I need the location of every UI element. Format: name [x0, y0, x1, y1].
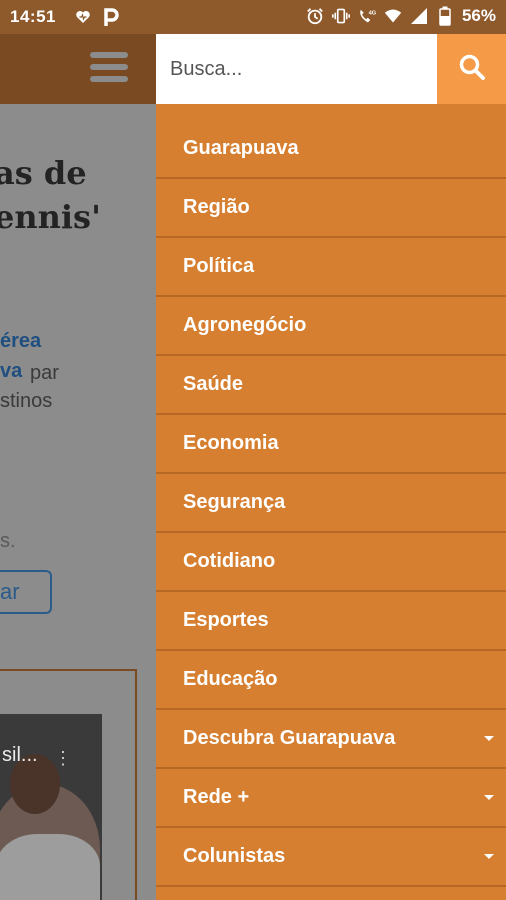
- article-link-line1[interactable]: érea: [0, 330, 41, 353]
- menu-item-label: Política: [183, 255, 255, 277]
- menu-item-guarapuava[interactable]: Guarapuava: [156, 119, 506, 179]
- search-button[interactable]: [437, 34, 506, 104]
- menu-item-label: Região: [183, 196, 250, 218]
- menu-item-label: Esportes: [183, 609, 269, 631]
- vibrate-icon: [331, 7, 350, 25]
- parking-p-icon: [102, 8, 120, 26]
- article-headline-line1: as de: [0, 154, 87, 192]
- menu-item-label: Agronegócio: [183, 314, 307, 336]
- search-icon: [458, 53, 486, 86]
- menu-item-label: Guarapuava: [183, 136, 299, 159]
- page-action-button[interactable]: ar: [0, 570, 52, 614]
- article-headline-line2: ennis': [0, 198, 101, 236]
- menu-item-rede-plus[interactable]: Rede +: [156, 769, 506, 828]
- menu-item-colunistas[interactable]: Colunistas: [156, 828, 506, 887]
- drawer-menu: Guarapuava Região Política Agronegócio S…: [156, 119, 506, 887]
- signal-icon: [410, 7, 428, 25]
- chevron-down-icon[interactable]: [484, 795, 494, 800]
- chevron-down-icon[interactable]: [484, 736, 494, 741]
- search-bar: [156, 34, 506, 104]
- menu-item-esportes[interactable]: Esportes: [156, 592, 506, 651]
- battery-percent: 56%: [461, 6, 496, 25]
- call-4g-icon: 4G: [358, 7, 376, 25]
- article-text-fragment-stinos: stinos: [0, 390, 53, 412]
- menu-item-economia[interactable]: Economia: [156, 415, 506, 474]
- menu-item-saude[interactable]: Saúde: [156, 356, 506, 415]
- menu-item-label: Segurança: [183, 491, 286, 513]
- svg-text:4G: 4G: [369, 10, 376, 16]
- status-bar: 14:51 4G 56%: [0, 0, 506, 34]
- menu-item-label: Colunistas: [183, 845, 286, 867]
- page-action-button-label: ar: [0, 579, 20, 604]
- menu-item-label: Economia: [183, 432, 279, 454]
- menu-item-agronegocio[interactable]: Agronegócio: [156, 297, 506, 356]
- search-input[interactable]: [156, 34, 437, 104]
- menu-item-seguranca[interactable]: Segurança: [156, 474, 506, 533]
- menu-item-descubra-guarapuava[interactable]: Descubra Guarapuava: [156, 710, 506, 769]
- article-link-line2[interactable]: va: [0, 360, 22, 383]
- menu-item-label: Rede +: [183, 786, 250, 808]
- navigation-drawer: Guarapuava Região Política Agronegócio S…: [156, 34, 506, 900]
- video-more-icon[interactable]: ⋮: [54, 748, 72, 769]
- alarm-icon: [306, 7, 324, 25]
- article-text-fragment-par: par: [30, 362, 59, 384]
- menu-item-regiao[interactable]: Região: [156, 179, 506, 238]
- article-text-fragment: s.: [0, 530, 16, 552]
- hamburger-menu-icon[interactable]: [90, 52, 128, 86]
- video-thumbnail[interactable]: sil... ⋮: [0, 714, 102, 900]
- background-page-overlay[interactable]: as de ennis' érea va par stinos s. ar si…: [0, 34, 156, 900]
- video-caption: sil...: [2, 744, 38, 766]
- menu-item-label: Descubra Guarapuava: [183, 727, 396, 749]
- menu-item-label: Educação: [183, 668, 278, 690]
- status-time: 14:51: [10, 7, 56, 26]
- menu-item-label: Cotidiano: [183, 550, 276, 572]
- heart-icon: [74, 8, 92, 26]
- menu-item-cotidiano[interactable]: Cotidiano: [156, 533, 506, 592]
- app-top-bar: [0, 34, 156, 104]
- menu-item-label: Saúde: [183, 373, 244, 395]
- wifi-icon: [384, 7, 402, 25]
- battery-icon: [436, 6, 454, 26]
- chevron-down-icon[interactable]: [484, 854, 494, 859]
- menu-item-politica[interactable]: Política: [156, 238, 506, 297]
- menu-item-educacao[interactable]: Educação: [156, 651, 506, 710]
